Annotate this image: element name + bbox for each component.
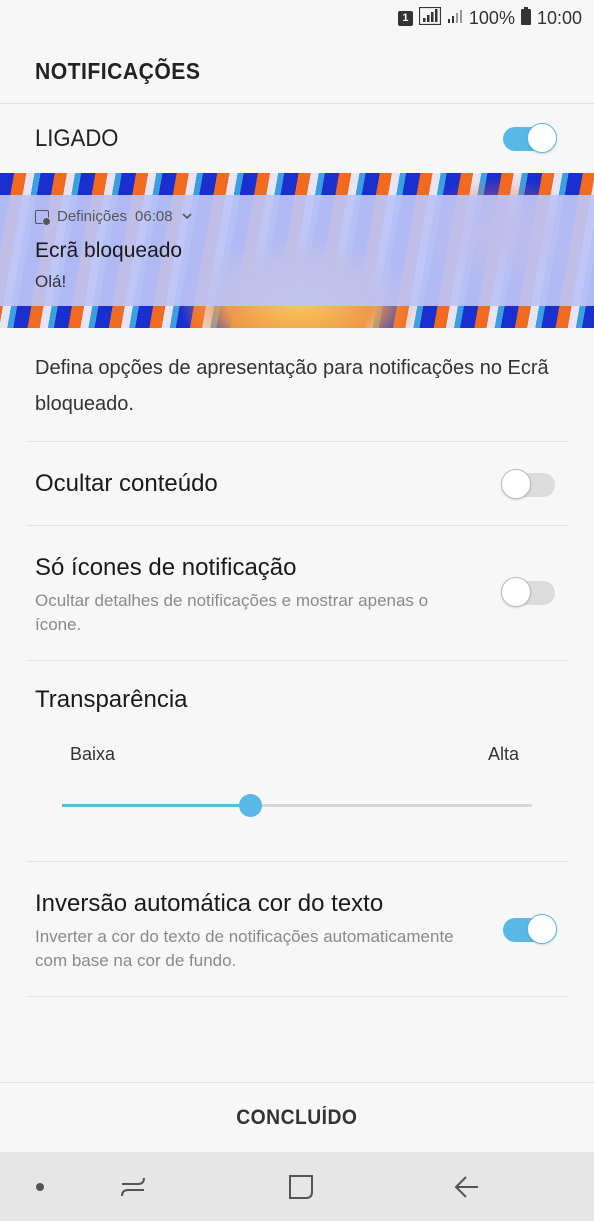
recent-apps-icon[interactable]: [118, 1172, 148, 1202]
done-button[interactable]: CONCLUÍDO: [231, 1105, 363, 1131]
done-bar: CONCLUÍDO: [0, 1082, 594, 1152]
master-toggle-label: LIGADO: [35, 125, 119, 152]
toggle-knob: [501, 469, 531, 499]
divider: [27, 441, 568, 442]
auto-invert-subtitle: Inverter a cor do texto de notificações …: [35, 927, 454, 970]
master-toggle-switch[interactable]: [503, 123, 557, 153]
dot-indicator-icon: [26, 1172, 56, 1202]
icons-only-toggle[interactable]: [501, 577, 555, 607]
notification-app-name: Definições: [57, 208, 128, 225]
header: NOTIFICAÇÕES: [0, 40, 594, 104]
hide-content-toggle[interactable]: [501, 469, 555, 499]
slider-thumb[interactable]: [239, 794, 262, 817]
icons-only-subtitle: Ocultar detalhes de notificações e mostr…: [35, 591, 429, 634]
status-bar: 1 100% 10:00: [0, 0, 594, 36]
lock-screen-preview: Definições 06:08 Ecrã bloqueado Olá!: [0, 173, 594, 328]
auto-invert-title: Inversão automática cor do texto: [35, 890, 384, 917]
divider: [27, 660, 568, 661]
sim-indicator-icon: 1: [397, 10, 413, 26]
page-title: NOTIFICAÇÕES: [35, 58, 201, 84]
master-toggle-row[interactable]: LIGADO: [0, 105, 594, 173]
notification-preview-card: Definições 06:08 Ecrã bloqueado Olá!: [0, 195, 594, 306]
slider-max-label: Alta: [488, 744, 520, 764]
clock: 10:00: [536, 7, 582, 28]
battery-icon: [520, 6, 531, 30]
notification-meta: Definições 06:08: [35, 208, 193, 226]
home-icon[interactable]: [286, 1172, 316, 1202]
notification-title: Ecrã bloqueado: [35, 239, 183, 262]
slider-min-label: Baixa: [70, 744, 116, 764]
notification-time: 06:08: [135, 208, 173, 225]
toggle-knob: [527, 914, 557, 944]
battery-percent: 100%: [468, 7, 515, 28]
transparency-title: Transparência: [35, 686, 188, 713]
chevron-down-icon: [181, 208, 193, 225]
signal-sim1-icon: [418, 6, 442, 30]
hide-content-title: Ocultar conteúdo: [35, 470, 218, 497]
slider-fill: [62, 804, 250, 807]
divider: [27, 525, 568, 526]
signal-sim2-icon: [447, 8, 463, 29]
divider: [27, 861, 568, 862]
transparency-slider[interactable]: [62, 794, 532, 817]
section-description: Defina opções de apresentação para notif…: [35, 357, 549, 415]
auto-invert-toggle[interactable]: [503, 914, 557, 944]
notification-body: Olá!: [35, 272, 67, 291]
divider: [27, 996, 568, 997]
icons-only-title: Só ícones de notificação: [35, 554, 297, 581]
toggle-knob: [501, 577, 531, 607]
toggle-knob: [527, 123, 557, 153]
settings-app-icon: [35, 209, 51, 226]
back-icon[interactable]: [452, 1172, 482, 1202]
navigation-bar: [0, 1152, 594, 1221]
